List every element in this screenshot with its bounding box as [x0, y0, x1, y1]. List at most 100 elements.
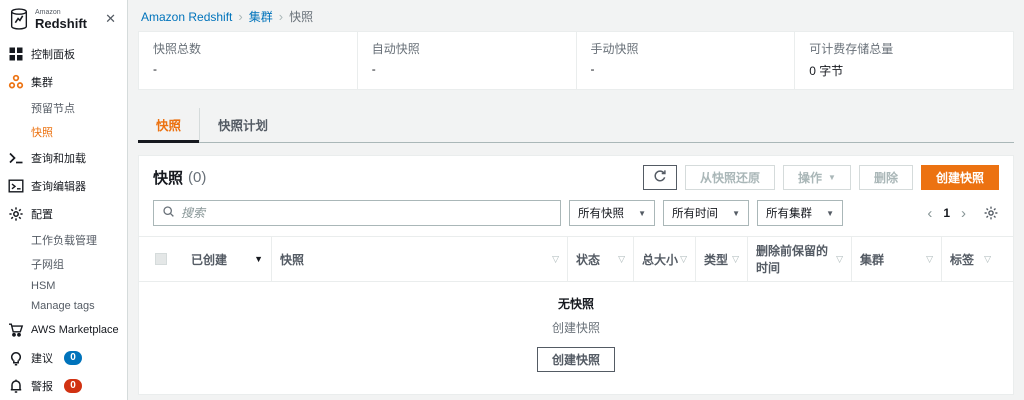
summary-card-3: 可计费存储总量 0 字节 [794, 32, 1013, 89]
sidebar-item-11[interactable]: AWS Marketplace [0, 316, 127, 344]
column-header-5[interactable]: 删除前保留的时间 ▽ [747, 237, 851, 281]
search-input[interactable] [181, 206, 552, 220]
summary-card-value: - [371, 62, 376, 76]
filter-selects: 所有快照 ▼ 所有时间 ▼ 所有集群 ▼ [561, 200, 843, 226]
column-header-label: 已创建 [191, 252, 228, 267]
column-header-3[interactable]: 总大小 ▽ [633, 237, 695, 281]
summary-card-value: - [590, 62, 595, 76]
pagination: ‹ 1 › [927, 205, 999, 221]
chevron-down-icon: ▼ [732, 208, 740, 218]
refresh-button[interactable] [643, 165, 678, 190]
breadcrumb-item-1[interactable]: 集群 [249, 8, 273, 25]
summary-card-value: - [153, 62, 157, 76]
column-header-2[interactable]: 状态 ▽ [567, 237, 633, 281]
breadcrumb-separator-icon: › [278, 9, 284, 24]
page-number[interactable]: 1 [943, 206, 950, 220]
sort-desc-icon[interactable]: ▼ [254, 254, 263, 264]
sidebar-item-1[interactable]: 集群 [0, 68, 127, 96]
filter-select-value: 所有集群 [766, 208, 812, 220]
actions-label: 操作 [798, 171, 823, 185]
panel-header: 快照 (0) 从快照还原 操作 ▼ 删除 创建快照 [139, 156, 1013, 197]
select-all-checkbox[interactable] [155, 253, 167, 265]
column-header-1[interactable]: 快照 ▽ [271, 237, 567, 281]
summary-card-2: 手动快照 - [575, 32, 795, 89]
marketplace-icon [8, 322, 24, 338]
sidebar-item-2[interactable]: 预留节点 [0, 96, 127, 120]
sidebar-item-label: 集群 [31, 77, 53, 89]
filter-select-0[interactable]: 所有快照 ▼ [569, 200, 655, 226]
sidebar-item-6[interactable]: 配置 [0, 200, 127, 228]
tab-0[interactable]: 快照 [138, 108, 200, 143]
tabs: 快照 快照计划 [138, 108, 1014, 143]
sidebar-item-8[interactable]: 子网组 [0, 252, 127, 276]
tab-1[interactable]: 快照计划 [199, 108, 286, 143]
summary-card-label: 可计费存储总量 [809, 42, 894, 56]
redshift-console-page: Amazon Redshift ✕ 控制面板 集群 预留节点 快照 查询和加载 查询编辑器… [0, 0, 1024, 400]
filter-select-1[interactable]: 所有时间 ▼ [663, 200, 749, 226]
summary-card-value: 0 字节 [809, 64, 844, 78]
summary-card-label: 快照总数 [153, 42, 202, 56]
sidebar-header: Amazon Redshift ✕ [0, 0, 127, 36]
sidebar-item-7[interactable]: 工作负载管理 [0, 228, 127, 252]
sidebar-item-0[interactable]: 控制面板 [0, 40, 127, 68]
actions-button[interactable]: 操作 ▼ [783, 165, 851, 190]
column-header-7[interactable]: 标签 ▽ [941, 237, 999, 281]
gear-icon [8, 206, 24, 222]
chevron-down-icon: ▼ [638, 208, 646, 218]
query-editor-icon [8, 178, 24, 194]
sidebar-item-5[interactable]: 查询编辑器 [0, 172, 127, 200]
summary-card-label: 手动快照 [590, 42, 639, 56]
sidebar-item-3[interactable]: 快照 [0, 120, 127, 144]
sidebar-item-label: Manage tags [31, 300, 95, 312]
column-filter-icon[interactable]: ▽ [680, 254, 687, 265]
search-box [153, 200, 561, 226]
empty-create-snapshot-button[interactable]: 创建快照 [536, 347, 615, 372]
column-filter-icon[interactable]: ▽ [618, 254, 625, 265]
column-header-label: 标签 [950, 252, 975, 267]
column-header-label: 状态 [576, 252, 601, 267]
column-header-0[interactable]: 已创建 ▼ [183, 237, 271, 281]
delete-button[interactable]: 删除 [858, 165, 913, 190]
next-page-icon[interactable]: › [961, 206, 966, 221]
column-filter-icon[interactable]: ▽ [836, 254, 843, 265]
table-settings-gear-icon[interactable] [983, 205, 999, 221]
search-icon [162, 205, 175, 221]
summary-card-label: 自动快照 [371, 42, 420, 56]
column-filter-icon[interactable]: ▽ [552, 254, 559, 265]
column-header-6[interactable]: 集群 ▽ [851, 237, 941, 281]
summary-card-0: 快照总数 - [139, 32, 357, 89]
snapshots-panel: 快照 (0) 从快照还原 操作 ▼ 删除 创建快照 搜索 所有快照 ▼ 所有时间… [138, 155, 1014, 395]
chevron-down-icon: ▼ [826, 208, 834, 218]
toolbar: 从快照还原 操作 ▼ 删除 创建快照 [643, 165, 999, 190]
bulb-icon [8, 350, 24, 366]
sidebar-item-label: 建议 [31, 353, 53, 365]
column-filter-icon[interactable]: ▽ [732, 254, 739, 265]
sidebar-item-13[interactable]: 警报 0 [0, 372, 127, 400]
sidebar-item-10[interactable]: Manage tags [0, 296, 127, 316]
select-all-cell [153, 237, 183, 281]
prev-page-icon[interactable]: ‹ [927, 206, 932, 221]
filter-row: 所有快照 ▼ 所有时间 ▼ 所有集群 ▼ ‹ 1 › [139, 197, 1013, 236]
main-content: Amazon Redshift › 集群 › 快照 快照总数 - 自动快照 - 手动快照 - 可计费… [128, 0, 1024, 400]
breadcrumb-item-0[interactable]: Amazon Redshift [141, 10, 232, 24]
bell-icon [8, 378, 24, 394]
filter-select-2[interactable]: 所有集群 ▼ [757, 200, 843, 226]
restore-from-snapshot-button[interactable]: 从快照还原 [685, 165, 776, 190]
sidebar-item-9[interactable]: HSM [0, 276, 127, 296]
sidebar-item-label: 配置 [31, 209, 53, 221]
sidebar-item-label: 查询编辑器 [31, 181, 86, 193]
column-header-label: 总大小 [642, 252, 679, 267]
sidebar-item-4[interactable]: 查询和加载 [0, 144, 127, 172]
sidebar-item-label: AWS Marketplace [31, 324, 119, 336]
filter-select-value: 所有快照 [578, 208, 624, 220]
column-filter-icon[interactable]: ▽ [926, 254, 933, 265]
close-icon[interactable]: ✕ [102, 9, 119, 29]
sidebar-item-12[interactable]: 建议 0 [0, 344, 127, 372]
brand: Amazon Redshift [35, 9, 87, 30]
sidebar-nav: 控制面板集群预留节点 快照 查询和加载查询编辑器配置工作负载管理 子网组 HSM Mana… [0, 36, 127, 400]
create-snapshot-button[interactable]: 创建快照 [920, 165, 999, 190]
column-header-4[interactable]: 类型 ▽ [695, 237, 747, 281]
panel-count: (0) [188, 169, 207, 186]
summary-cards: 快照总数 - 自动快照 - 手动快照 - 可计费存储总量 0 字节 [138, 31, 1014, 90]
column-filter-icon[interactable]: ▽ [984, 254, 991, 265]
